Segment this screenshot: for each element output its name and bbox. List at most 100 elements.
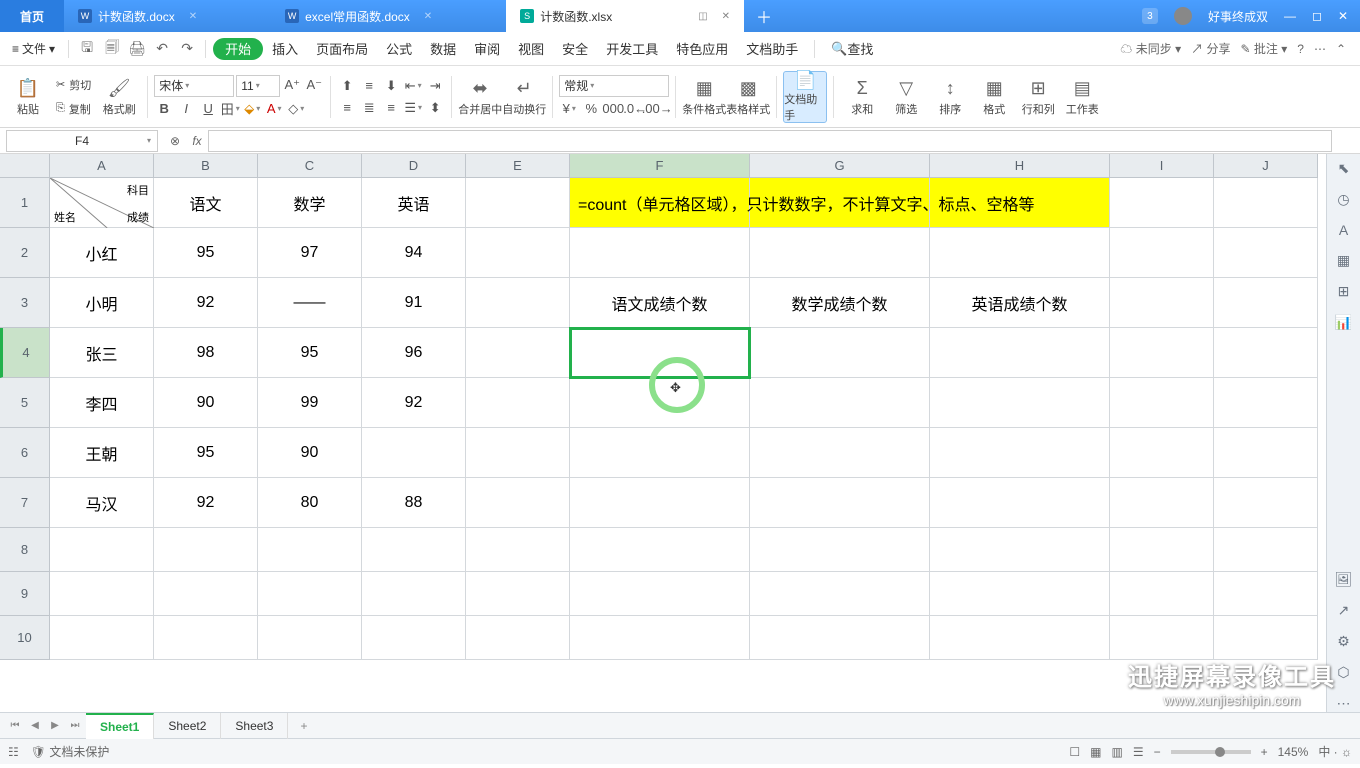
cell-A10[interactable]: [50, 616, 154, 660]
fx-icon[interactable]: fx: [186, 134, 208, 148]
align-right-icon[interactable]: ≡: [381, 98, 401, 118]
search-menu[interactable]: 🔍 查找: [822, 32, 882, 66]
cell-I3[interactable]: [1110, 278, 1214, 328]
cell-G10[interactable]: [750, 616, 930, 660]
cell-B6[interactable]: 95: [154, 428, 258, 478]
doc-tab-3[interactable]: S 计数函数.xlsx ◫ ✕: [506, 0, 744, 32]
apps-icon[interactable]: ⊞: [1338, 283, 1350, 300]
font-size-select[interactable]: 11: [236, 75, 280, 97]
cell-C2[interactable]: 97: [258, 228, 362, 278]
cell-J10[interactable]: [1214, 616, 1318, 660]
align-center-icon[interactable]: ≣: [359, 98, 379, 118]
align-bottom-icon[interactable]: ⬇: [381, 76, 401, 96]
doc-tab-1[interactable]: W 计数函数.docx ✕: [64, 0, 211, 32]
cell-C6[interactable]: 90: [258, 428, 362, 478]
zoom-level[interactable]: 145%: [1278, 745, 1309, 759]
copy-button[interactable]: ⎘ 复制: [50, 98, 97, 120]
cell-I4[interactable]: [1110, 328, 1214, 378]
cell-H4[interactable]: [930, 328, 1110, 378]
menu-tab-特色应用[interactable]: 特色应用: [667, 32, 737, 66]
row-header-2[interactable]: 2: [0, 228, 50, 278]
cell-D2[interactable]: 94: [362, 228, 466, 278]
menu-tab-审阅[interactable]: 审阅: [465, 32, 509, 66]
highlight-button[interactable]: ◇: [286, 99, 306, 119]
menu-tab-数据[interactable]: 数据: [421, 32, 465, 66]
cell-I2[interactable]: [1110, 228, 1214, 278]
export-icon[interactable]: ↗: [1338, 602, 1350, 619]
formula-input[interactable]: [208, 130, 1332, 152]
cell-E2[interactable]: [466, 228, 570, 278]
sheet-nav[interactable]: ⏮◀▶⏭: [6, 720, 84, 731]
dashboard-icon[interactable]: ◷: [1337, 191, 1349, 208]
cell-G4[interactable]: [750, 328, 930, 378]
cell-E8[interactable]: [466, 528, 570, 572]
cell-B4[interactable]: 98: [154, 328, 258, 378]
protect-status[interactable]: 🛡 文档未保护: [31, 743, 110, 760]
currency-icon[interactable]: ¥: [559, 99, 579, 119]
cell-H8[interactable]: [930, 528, 1110, 572]
col-header-C[interactable]: C: [258, 154, 362, 178]
cell-F9[interactable]: [570, 572, 750, 616]
share-button[interactable]: ↗ 分享: [1191, 40, 1230, 57]
cell-G7[interactable]: [750, 478, 930, 528]
worksheet-button[interactable]: ▤工作表: [1060, 71, 1104, 123]
cell-J5[interactable]: [1214, 378, 1318, 428]
cell-I10[interactable]: [1110, 616, 1214, 660]
format-button[interactable]: ▦格式: [972, 71, 1016, 123]
cell-E4[interactable]: [466, 328, 570, 378]
styles-icon[interactable]: A: [1339, 222, 1348, 238]
sort-button[interactable]: ↕排序: [928, 71, 972, 123]
cell-D8[interactable]: [362, 528, 466, 572]
cell-C10[interactable]: [258, 616, 362, 660]
row-header-3[interactable]: 3: [0, 278, 50, 328]
cell-C9[interactable]: [258, 572, 362, 616]
cell-F2[interactable]: [570, 228, 750, 278]
fill-color-button[interactable]: ⬙: [242, 99, 262, 119]
notif-badge[interactable]: 3: [1142, 8, 1158, 24]
cell-B3[interactable]: 92: [154, 278, 258, 328]
table-icon[interactable]: ▦: [1337, 252, 1350, 269]
col-header-G[interactable]: G: [750, 154, 930, 178]
sheet-tab-Sheet1[interactable]: Sheet1: [86, 713, 154, 739]
row-header-9[interactable]: 9: [0, 572, 50, 616]
decrease-decimal-icon[interactable]: .00→: [647, 99, 667, 119]
cell-J6[interactable]: [1214, 428, 1318, 478]
autosum-button[interactable]: Σ求和: [840, 71, 884, 123]
cell-F5[interactable]: [570, 378, 750, 428]
cell-I5[interactable]: [1110, 378, 1214, 428]
underline-button[interactable]: U: [198, 99, 218, 119]
cell-G5[interactable]: [750, 378, 930, 428]
ime-status[interactable]: 中 · ☼: [1318, 743, 1352, 760]
comment-button[interactable]: ✎ 批注 ▾: [1240, 40, 1287, 57]
spreadsheet-grid[interactable]: ABCDEFGHIJ 12345678910 科目姓名成绩语文数学英语=coun…: [0, 154, 1326, 712]
avatar[interactable]: [1174, 7, 1192, 25]
number-format-select[interactable]: 常规: [559, 75, 669, 97]
cell-I1[interactable]: [1110, 178, 1214, 228]
cell-D3[interactable]: 91: [362, 278, 466, 328]
cell-F7[interactable]: [570, 478, 750, 528]
col-header-J[interactable]: J: [1214, 154, 1318, 178]
cell-F10[interactable]: [570, 616, 750, 660]
filter-button[interactable]: ▽筛选: [884, 71, 928, 123]
cell-F6[interactable]: [570, 428, 750, 478]
cell-D5[interactable]: 92: [362, 378, 466, 428]
cell-E6[interactable]: [466, 428, 570, 478]
cell-B7[interactable]: 92: [154, 478, 258, 528]
cell-G2[interactable]: [750, 228, 930, 278]
merge-center-button[interactable]: ⬌合并居中: [458, 71, 502, 123]
cut-button[interactable]: ✂ 剪切: [50, 74, 97, 96]
cell-A2[interactable]: 小红: [50, 228, 154, 278]
home-tab[interactable]: 首页: [0, 0, 64, 32]
row-header-4[interactable]: 4: [0, 328, 50, 378]
cell-J3[interactable]: [1214, 278, 1318, 328]
close-icon[interactable]: ✕: [1338, 9, 1348, 23]
cell-A3[interactable]: 小明: [50, 278, 154, 328]
cell-F4[interactable]: [570, 328, 750, 378]
cell-G9[interactable]: [750, 572, 930, 616]
rowcol-button[interactable]: ⊞行和列: [1016, 71, 1060, 123]
cell-I8[interactable]: [1110, 528, 1214, 572]
select-icon[interactable]: ⬉: [1338, 160, 1350, 177]
wrap-text-button[interactable]: ↵自动换行: [502, 71, 546, 123]
cell-C3[interactable]: ——: [258, 278, 362, 328]
row-header-5[interactable]: 5: [0, 378, 50, 428]
